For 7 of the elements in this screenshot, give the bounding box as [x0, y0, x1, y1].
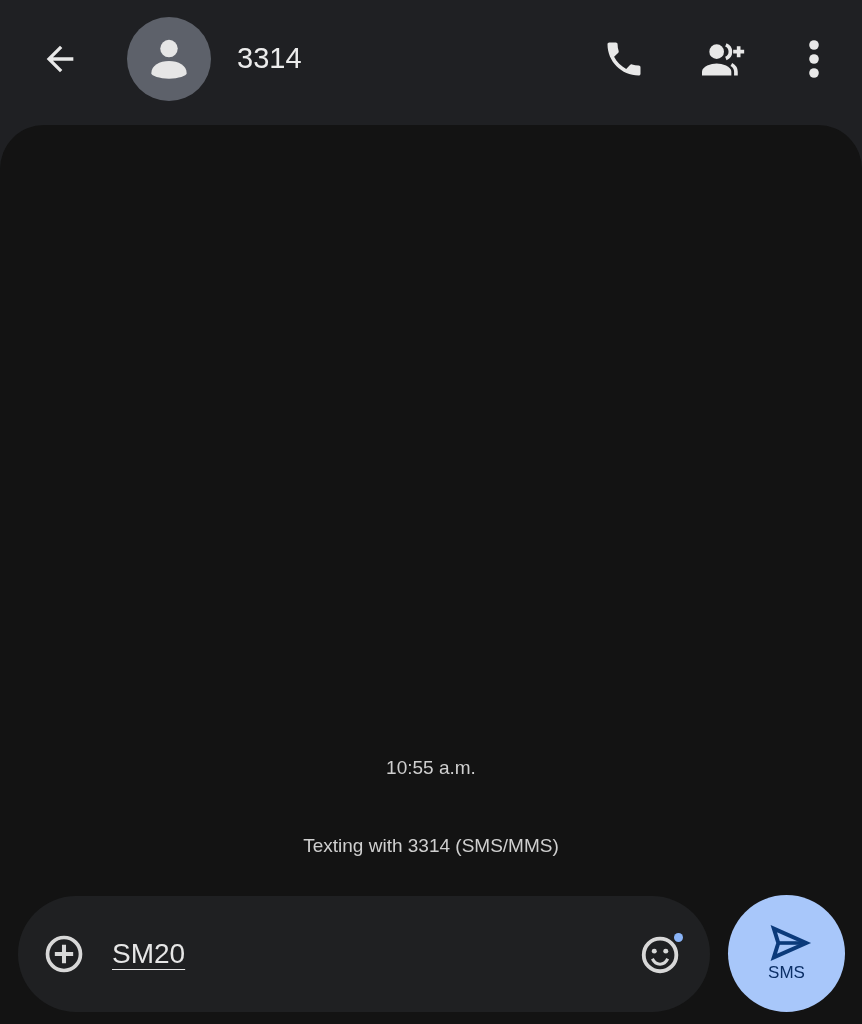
- conversation-info: Texting with 3314 (SMS/MMS): [303, 835, 559, 857]
- contact-name: 3314: [237, 42, 302, 75]
- more-options-button[interactable]: [808, 38, 820, 79]
- message-timestamp: 10:55 a.m.: [386, 757, 476, 779]
- message-input-field[interactable]: SM20: [112, 937, 612, 970]
- more-vertical-icon: [808, 38, 820, 79]
- send-button[interactable]: SMS: [728, 895, 845, 1012]
